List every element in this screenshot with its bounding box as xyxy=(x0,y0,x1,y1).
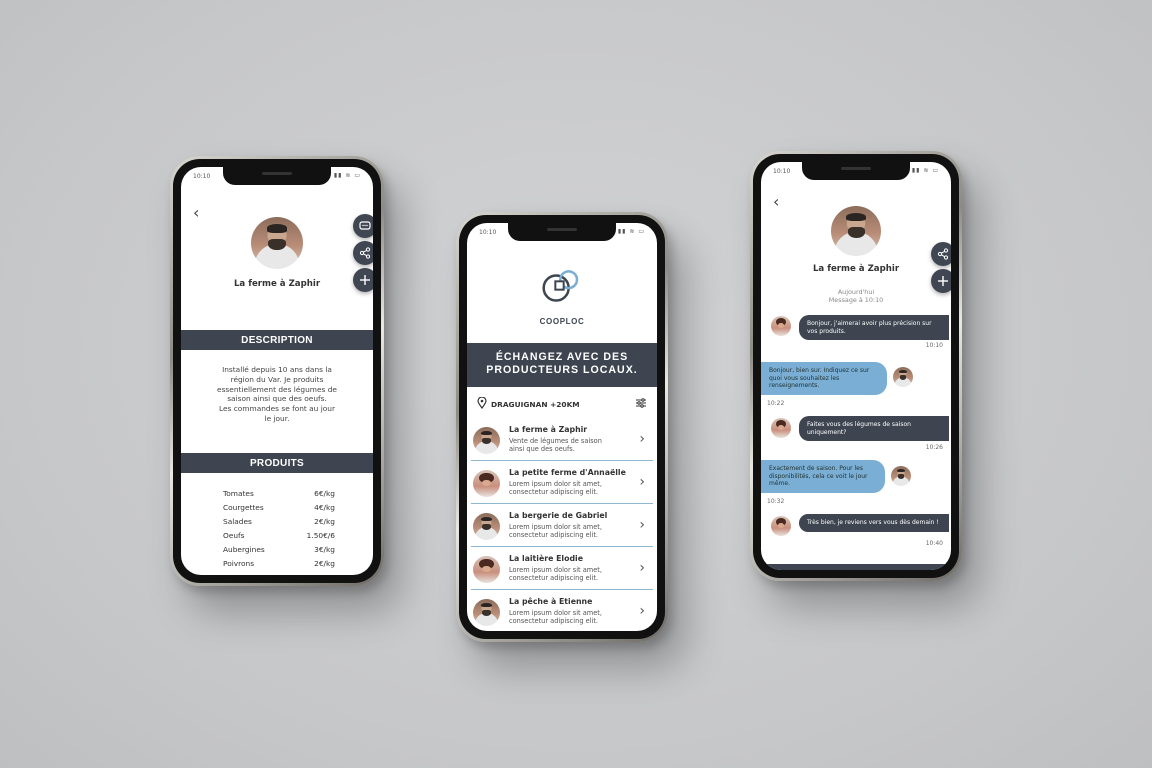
phone-producer-profile: 10:10 ▮▮ ≋ ▭ ‹ La ferme à Zaphir DESCRIP… xyxy=(170,156,384,586)
share-icon xyxy=(937,248,949,260)
producer-title: La pêche à Etienne xyxy=(509,597,593,606)
status-icons: ▮▮ ≋ ▭ xyxy=(911,167,939,174)
phone-chat: 10:10 ▮▮ ≋ ▭ ‹ La ferme à Zaphir Aujourd… xyxy=(750,151,962,581)
producer-avatar xyxy=(473,427,500,454)
producer-avatar xyxy=(473,599,500,626)
product-row: Courgettes 4€/kg xyxy=(223,503,335,512)
status-icons: ▮▮ ≋ ▭ xyxy=(333,172,361,179)
message-button[interactable] xyxy=(353,214,373,238)
producer-subtitle: Lorem ipsum dolor sit amet, consectetur a… xyxy=(509,609,602,626)
plus-icon xyxy=(360,275,370,285)
message-time: 10:26 xyxy=(925,444,943,451)
producer-name: La ferme à Zaphir xyxy=(812,264,900,274)
producer-list-item[interactable]: La ferme à Zaphir Vente de légumes de sa… xyxy=(471,419,653,461)
user-avatar xyxy=(771,316,791,336)
brand-name: COOPLOC xyxy=(539,317,585,326)
share-button[interactable] xyxy=(931,242,951,266)
chat-input-bar[interactable] xyxy=(761,564,951,570)
profile-screen: 10:10 ▮▮ ≋ ▭ ‹ La ferme à Zaphir DESCRIP… xyxy=(181,167,373,575)
status-time: 10:10 xyxy=(193,173,211,180)
producer-list-item[interactable]: La pêche à Etienne Lorem ipsum dolor sit… xyxy=(471,591,653,631)
product-row: Aubergines 3€/kg xyxy=(223,545,335,554)
status-time: 10:10 xyxy=(773,168,791,175)
phone-notch xyxy=(223,167,331,185)
home-screen: 10:10 ▮▮ ≋ ▭ COOPLOC ÉCHANGEZ AVEC DES P… xyxy=(467,223,657,631)
producer-title: La bergerie de Gabriel xyxy=(509,511,608,520)
status-time: 10:10 xyxy=(479,229,497,236)
message-time: 10:40 xyxy=(925,540,943,547)
chat-screen: 10:10 ▮▮ ≋ ▭ ‹ La ferme à Zaphir Aujourd… xyxy=(761,162,951,570)
producer-avatar xyxy=(473,513,500,540)
user-avatar xyxy=(771,418,791,438)
user-avatar xyxy=(771,516,791,536)
coop-logo-icon xyxy=(542,270,579,302)
phone-producer-list: 10:10 ▮▮ ≋ ▭ COOPLOC ÉCHANGEZ AVEC DES P… xyxy=(456,212,668,642)
add-button[interactable] xyxy=(353,268,373,292)
location-pin-icon xyxy=(477,396,487,411)
producer-avatar xyxy=(831,206,881,256)
filter-icon[interactable] xyxy=(635,397,647,411)
producer-avatar-small xyxy=(891,466,911,486)
producer-subtitle: Lorem ipsum dolor sit amet, consectetur a… xyxy=(509,523,602,540)
producer-name: La ferme à Zaphir xyxy=(233,279,321,289)
producer-title: La laitière Elodie xyxy=(509,554,583,563)
chevron-right-icon: › xyxy=(639,474,645,490)
chevron-right-icon: › xyxy=(639,560,645,576)
producer-subtitle: Vente de légumes de saison ainsi que des … xyxy=(509,437,602,454)
hero-banner: ÉCHANGEZ AVEC DES PRODUCTEURS LOCAUX. xyxy=(467,343,657,387)
product-row: Oeufs 1.50€/6 xyxy=(223,531,335,540)
chat-message-received: Exactement de saison. Pour les disponibi… xyxy=(761,460,885,493)
chevron-right-icon: › xyxy=(639,603,645,619)
status-icons: ▮▮ ≋ ▭ xyxy=(617,228,645,235)
product-row: Salades 2€/kg xyxy=(223,517,335,526)
chevron-right-icon: › xyxy=(639,431,645,447)
chat-date: Aujourd'hui Message à 10:10 xyxy=(828,288,884,304)
message-time: 10:10 xyxy=(925,342,943,349)
products-header: PRODUITS xyxy=(181,453,373,473)
share-icon xyxy=(359,247,371,259)
plus-icon xyxy=(938,276,948,286)
producer-avatar-small xyxy=(893,367,913,387)
location-filter-row: DRAGUIGNAN +20KM xyxy=(477,396,647,411)
chat-message-sent: Très bien, je reviens vers vous dès dema… xyxy=(799,514,949,532)
message-time: 10:22 xyxy=(767,400,785,407)
chat-message-received: Bonjour, bien sur. Indiquez ce sur quoi … xyxy=(761,362,887,395)
phone-notch xyxy=(508,223,616,241)
description-header: DESCRIPTION xyxy=(181,330,373,350)
producer-avatar xyxy=(473,556,500,583)
producer-list-item[interactable]: La bergerie de Gabriel Lorem ipsum dolor… xyxy=(471,505,653,547)
description-text: Installé depuis 10 ans dans la région du… xyxy=(217,365,337,423)
producer-title: La petite ferme d'Annaëlle xyxy=(509,468,626,477)
chevron-right-icon: › xyxy=(639,517,645,533)
share-button[interactable] xyxy=(353,241,373,265)
producer-avatar xyxy=(473,470,500,497)
chat-message-sent: Bonjour, j'aimerai avoir plus précision … xyxy=(799,315,949,341)
phone-notch xyxy=(802,162,910,180)
back-arrow-icon[interactable]: ‹ xyxy=(193,205,199,221)
producer-avatar xyxy=(251,217,303,269)
producer-list-item[interactable]: La laitière Elodie Lorem ipsum dolor sit… xyxy=(471,548,653,590)
location-label[interactable]: DRAGUIGNAN +20KM xyxy=(491,400,580,409)
coop-logo: COOPLOC xyxy=(532,263,592,326)
producer-list-item[interactable]: La petite ferme d'Annaëlle Lorem ipsum d… xyxy=(471,462,653,504)
producer-subtitle: Lorem ipsum dolor sit amet, consectetur a… xyxy=(509,480,602,497)
chat-message-sent: Faites vous des légumes de saison unique… xyxy=(799,416,949,442)
back-arrow-icon[interactable]: ‹ xyxy=(773,194,779,210)
product-row: Tomates 6€/kg xyxy=(223,489,335,498)
chat-icon xyxy=(359,221,371,230)
message-time: 10:32 xyxy=(767,498,785,505)
producer-title: La ferme à Zaphir xyxy=(509,425,588,434)
producer-subtitle: Lorem ipsum dolor sit amet, consectetur a… xyxy=(509,566,602,583)
product-row: Poivrons 2€/kg xyxy=(223,559,335,568)
